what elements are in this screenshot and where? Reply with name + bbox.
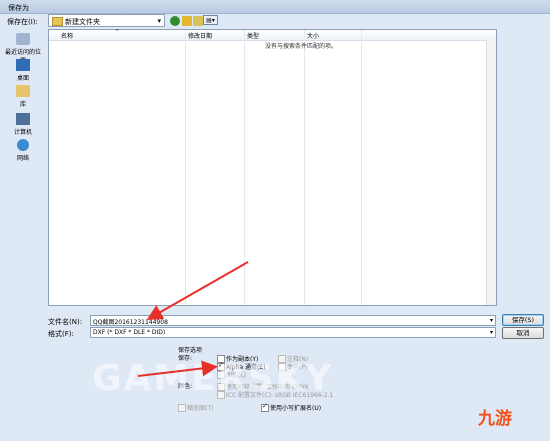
save-button[interactable]: 保存(S) xyxy=(502,314,544,326)
lowercase-ext-checkbox[interactable] xyxy=(261,402,269,412)
desktop-icon xyxy=(16,59,30,71)
up-folder-icon[interactable] xyxy=(182,16,192,26)
filename-value: QQ截图20161231144908 xyxy=(93,319,168,326)
empty-message: 没有与搜索条件匹配的项。 xyxy=(265,43,338,50)
lowercase-ext-label: 使用小写扩展名(U) xyxy=(270,405,322,412)
format-value: DXF (* DXF * DLE * DID) xyxy=(93,329,166,336)
thumbnail-label: 缩览图(T) xyxy=(187,405,214,412)
cancel-button[interactable]: 取消 xyxy=(502,327,544,339)
network-icon xyxy=(17,139,29,151)
nav-desktop[interactable]: 桌面 xyxy=(3,59,43,82)
file-list[interactable]: 名称 ^ 修改日期 类型 大小 没有与搜索条件匹配的项。 xyxy=(48,29,497,306)
nav-computer[interactable]: 计算机 xyxy=(3,113,43,136)
chevron-down-icon[interactable]: ▾ xyxy=(157,17,161,25)
format-select[interactable]: DXF (* DXF * DLE * DID) ▾ xyxy=(90,327,496,338)
lookin-combo[interactable]: 新建文件夹 ▾ xyxy=(48,14,165,27)
site-logo: 九游 xyxy=(478,409,512,429)
column-type[interactable]: 类型 xyxy=(247,31,259,40)
filename-label: 文件名(N): xyxy=(48,318,83,326)
vertical-scrollbar[interactable] xyxy=(486,40,496,305)
sort-up-icon: ^ xyxy=(115,29,120,35)
list-header: 名称 ^ 修改日期 类型 大小 xyxy=(49,29,496,41)
filename-input[interactable]: QQ截图20161231144908 ▾ xyxy=(90,315,496,326)
column-divider xyxy=(185,30,186,305)
column-divider xyxy=(304,30,305,305)
nav-network-label: 网络 xyxy=(16,155,29,162)
column-divider xyxy=(244,30,245,305)
column-name[interactable]: 名称 xyxy=(61,31,73,40)
chevron-down-icon[interactable]: ▾ xyxy=(490,317,493,324)
view-menu-icon[interactable]: ▤▾ xyxy=(203,15,218,25)
folder-icon xyxy=(52,17,63,26)
format-label: 格式(F): xyxy=(48,330,74,338)
watermark-text: GAMERSKY xyxy=(92,358,334,399)
nav-network[interactable]: 网络 xyxy=(3,139,43,162)
lookin-value: 新建文件夹 xyxy=(65,18,100,26)
nav-library[interactable]: 库 xyxy=(3,85,43,108)
nav-desktop-label: 桌面 xyxy=(16,75,29,82)
computer-icon xyxy=(16,113,30,125)
window-title: 保存为 xyxy=(8,4,29,12)
back-icon[interactable] xyxy=(170,16,180,26)
title-bar: 保存为 xyxy=(0,0,550,14)
places-bar: 最近访问的位置 桌面 库 计算机 网络 xyxy=(3,29,43,306)
column-modified[interactable]: 修改日期 xyxy=(188,31,212,40)
thumbnail-checkbox[interactable] xyxy=(178,404,186,412)
nav-library-label: 库 xyxy=(19,101,26,108)
new-folder-icon[interactable] xyxy=(193,16,203,26)
column-divider xyxy=(361,30,362,305)
column-size[interactable]: 大小 xyxy=(307,31,319,40)
nav-computer-label: 计算机 xyxy=(13,129,32,136)
library-icon xyxy=(16,85,30,97)
lookin-label: 保存在(I): xyxy=(7,18,38,26)
chevron-down-icon[interactable]: ▾ xyxy=(490,329,493,336)
recent-places-icon xyxy=(16,33,30,45)
